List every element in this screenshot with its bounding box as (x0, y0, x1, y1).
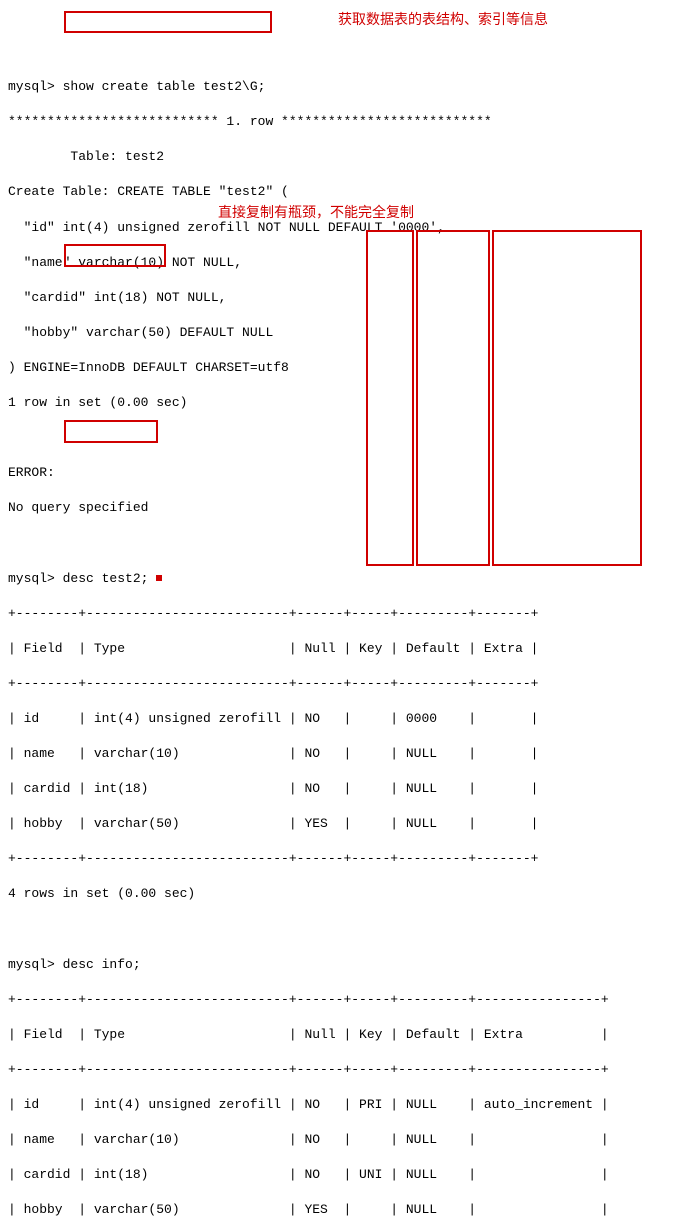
line-cmd2: mysql> desc test2; (8, 570, 686, 588)
ct-table-label: Table: (8, 149, 125, 164)
error-label: ERROR: (8, 464, 686, 482)
table-row: | hobby | varchar(50) | YES | | NULL | | (8, 815, 686, 833)
annotation-1: 获取数据表的表结构、索引等信息 (338, 10, 548, 29)
info-sep: +--------+--------------------------+---… (8, 991, 686, 1009)
blank (8, 920, 686, 938)
table-row: | name | varchar(10) | NO | | NULL | | (8, 745, 686, 763)
line-cmd3: mysql> desc info; (8, 956, 686, 974)
desc-sep: +--------+--------------------------+---… (8, 605, 686, 623)
table-row: | id | int(4) unsigned zerofill | NO | |… (8, 710, 686, 728)
red-dot-icon (156, 575, 162, 581)
table-row: | cardid | int(18) | NO | UNI | NULL | | (8, 1166, 686, 1184)
table-row: | hobby | varchar(50) | YES | | NULL | | (8, 1201, 686, 1219)
blank (8, 534, 686, 552)
info-head: | Field | Type | Null | Key | Default | … (8, 1026, 686, 1044)
highlight-cmd1 (64, 11, 272, 33)
ct-line: "name" varchar(10) NOT NULL, (8, 254, 686, 272)
table-row: | name | varchar(10) | NO | | NULL | | (8, 1131, 686, 1149)
line-cmd1: mysql> show create table test2\G; (8, 78, 686, 96)
prompt: mysql> (8, 79, 55, 94)
desc-head: | Field | Type | Null | Key | Default | … (8, 640, 686, 658)
ct-line: Create Table: CREATE TABLE "test2" ( (8, 183, 686, 201)
prompt: mysql> (8, 571, 55, 586)
error-msg: No query specified (8, 499, 686, 517)
ct-table: Table: test2 (8, 148, 686, 166)
desc-sep: +--------+--------------------------+---… (8, 850, 686, 868)
info-sep: +--------+--------------------------+---… (8, 1061, 686, 1079)
blank (8, 429, 686, 447)
ct-line: "cardid" int(18) NOT NULL, (8, 289, 686, 307)
rowset2: 4 rows in set (0.00 sec) (8, 885, 686, 903)
cmd1: show create table test2\G; (63, 79, 266, 94)
desc-sep: +--------+--------------------------+---… (8, 675, 686, 693)
ct-table-value: test2 (125, 149, 164, 164)
rowset1: 1 row in set (0.00 sec) (8, 394, 686, 412)
ct-line: "hobby" varchar(50) DEFAULT NULL (8, 324, 686, 342)
row-separator: *************************** 1. row *****… (8, 113, 686, 131)
annotation-2: 直接复制有瓶颈，不能完全复制 (218, 203, 414, 222)
cmd3: desc info; (63, 957, 141, 972)
ct-line: ) ENGINE=InnoDB DEFAULT CHARSET=utf8 (8, 359, 686, 377)
prompt: mysql> (8, 957, 55, 972)
table-row: | id | int(4) unsigned zerofill | NO | P… (8, 1096, 686, 1114)
cmd2: desc test2; (63, 571, 149, 586)
table-row: | cardid | int(18) | NO | | NULL | | (8, 780, 686, 798)
